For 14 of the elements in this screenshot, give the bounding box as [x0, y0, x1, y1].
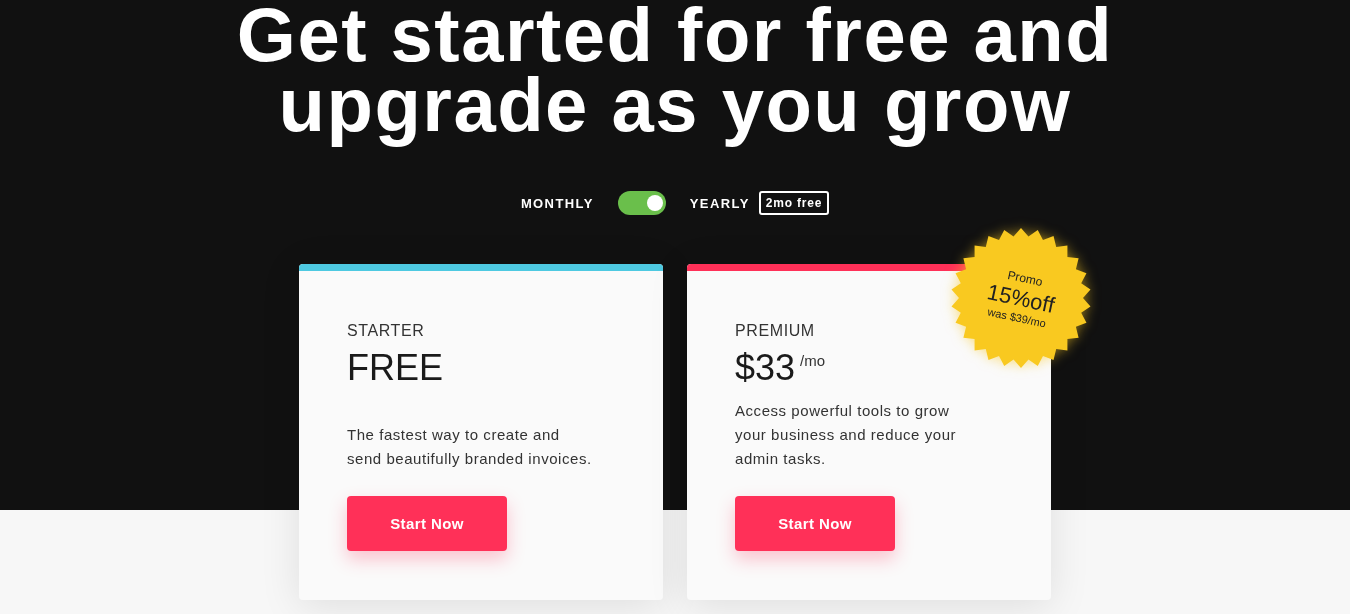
- plan-name: STARTER: [347, 321, 425, 341]
- price-unit: /mo: [800, 352, 826, 370]
- headline: Get started for free and upgrade as you grow: [235, 0, 1115, 149]
- plan-name: PREMIUM: [735, 321, 815, 341]
- start-now-button[interactable]: Start Now: [347, 496, 507, 551]
- free-months-badge: 2mo free: [758, 191, 830, 215]
- plan-price: FREE: [347, 346, 443, 390]
- plan-description: Access powerful tools to grow your business and reduce your admin tasks.: [735, 401, 957, 469]
- plan-description: The fastest way to create and send beautifully branded invoices.: [347, 425, 592, 469]
- yearly-label: YEARLY: [689, 195, 750, 211]
- billing-toggle[interactable]: [617, 191, 666, 215]
- start-now-button[interactable]: Start Now: [735, 496, 895, 551]
- monthly-label: MONTHLY: [520, 195, 594, 211]
- plan-price: $33: [735, 346, 796, 390]
